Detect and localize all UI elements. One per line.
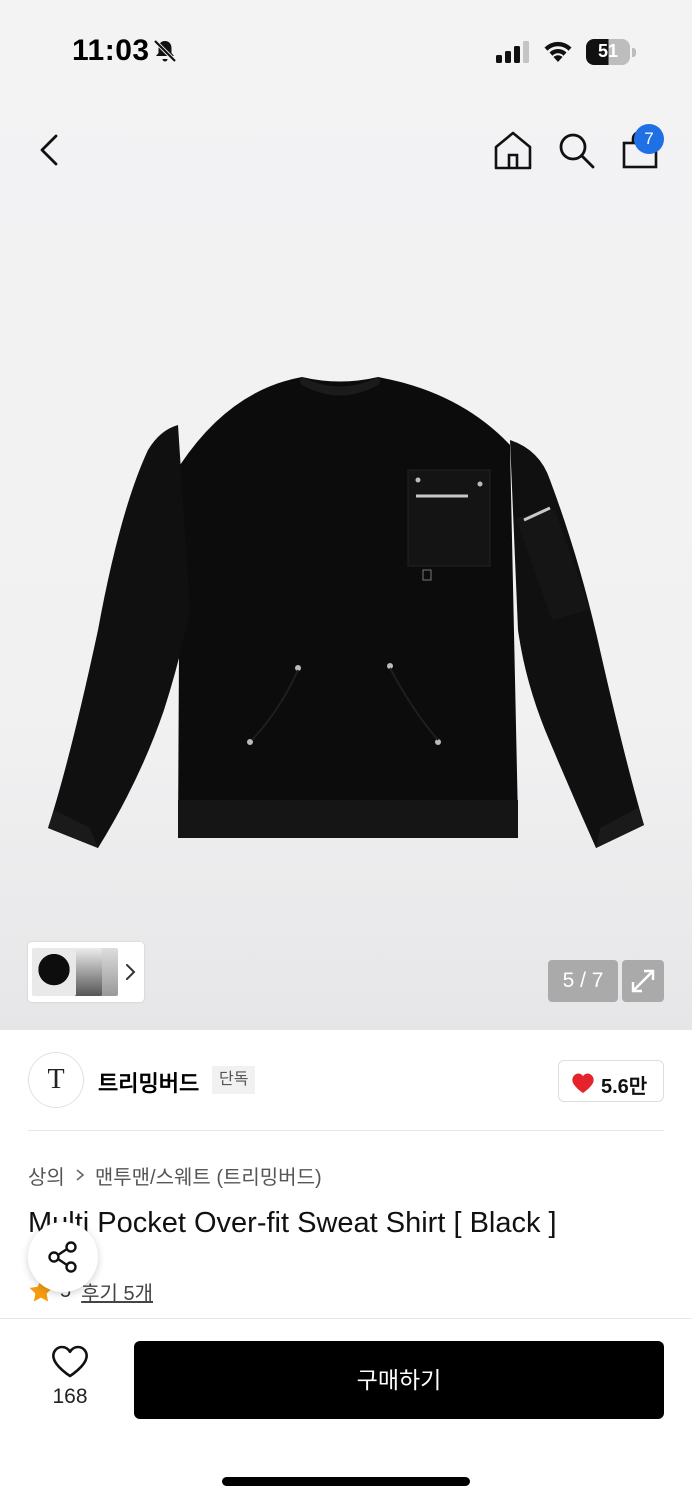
share-icon: [48, 1241, 77, 1273]
buy-button[interactable]: 구매하기: [134, 1341, 664, 1419]
cellular-signal-icon: [496, 41, 529, 63]
divider: [28, 1130, 664, 1131]
breadcrumb-category[interactable]: 상의: [28, 1161, 65, 1190]
thumbnail-image[interactable]: [72, 948, 102, 996]
expand-button[interactable]: [622, 960, 664, 1002]
search-icon[interactable]: [554, 128, 598, 172]
brand-row[interactable]: T 트리밍버드 단독 5.6만: [0, 1030, 692, 1130]
thumbnail-strip[interactable]: [28, 942, 144, 1002]
battery-indicator: 51: [586, 39, 636, 65]
breadcrumb-subcategory[interactable]: 맨투맨/스웨트 (트리밍버드): [95, 1161, 322, 1190]
chevron-right-icon[interactable]: [124, 960, 138, 984]
status-bar: 11:03 51: [0, 0, 692, 100]
exclusive-badge: 단독: [212, 1066, 256, 1094]
cart-count-badge: 7: [634, 124, 664, 154]
bell-off-icon: [153, 39, 177, 63]
heart-filled-icon: [572, 1073, 594, 1093]
reviews-link[interactable]: 후기 5개: [81, 1277, 153, 1306]
product-title: Multi Pocket Over-fit Sweat Shirt [ Blac…: [28, 1207, 557, 1239]
product-gallery[interactable]: 11:03 51 7 5 / 7: [0, 0, 692, 1030]
expand-icon: [631, 969, 655, 993]
thumbnail-image[interactable]: [32, 948, 76, 996]
wifi-icon: [544, 41, 572, 62]
purchase-bar: 168 구매하기: [0, 1318, 692, 1500]
share-button[interactable]: [28, 1222, 98, 1292]
product-photo: [48, 377, 644, 848]
brand-logo[interactable]: T: [28, 1052, 84, 1108]
back-arrow-icon[interactable]: [30, 128, 70, 172]
chevron-right-icon: [76, 1169, 85, 1181]
image-counter: 5 / 7: [548, 960, 618, 1002]
brand-like-button[interactable]: 5.6만: [558, 1060, 664, 1102]
heart-outline-icon: [52, 1345, 88, 1378]
brand-like-count: 5.6만: [601, 1076, 648, 1098]
status-time: 11:03: [72, 34, 150, 67]
home-icon[interactable]: [490, 128, 536, 172]
home-indicator: [222, 1477, 470, 1486]
wishlist-button[interactable]: 168: [40, 1345, 100, 1415]
breadcrumb: 상의 맨투맨/스웨트 (트리밍버드): [28, 1161, 322, 1190]
brand-name[interactable]: 트리밍버드: [98, 1066, 199, 1098]
wishlist-count: 168: [52, 1385, 88, 1408]
